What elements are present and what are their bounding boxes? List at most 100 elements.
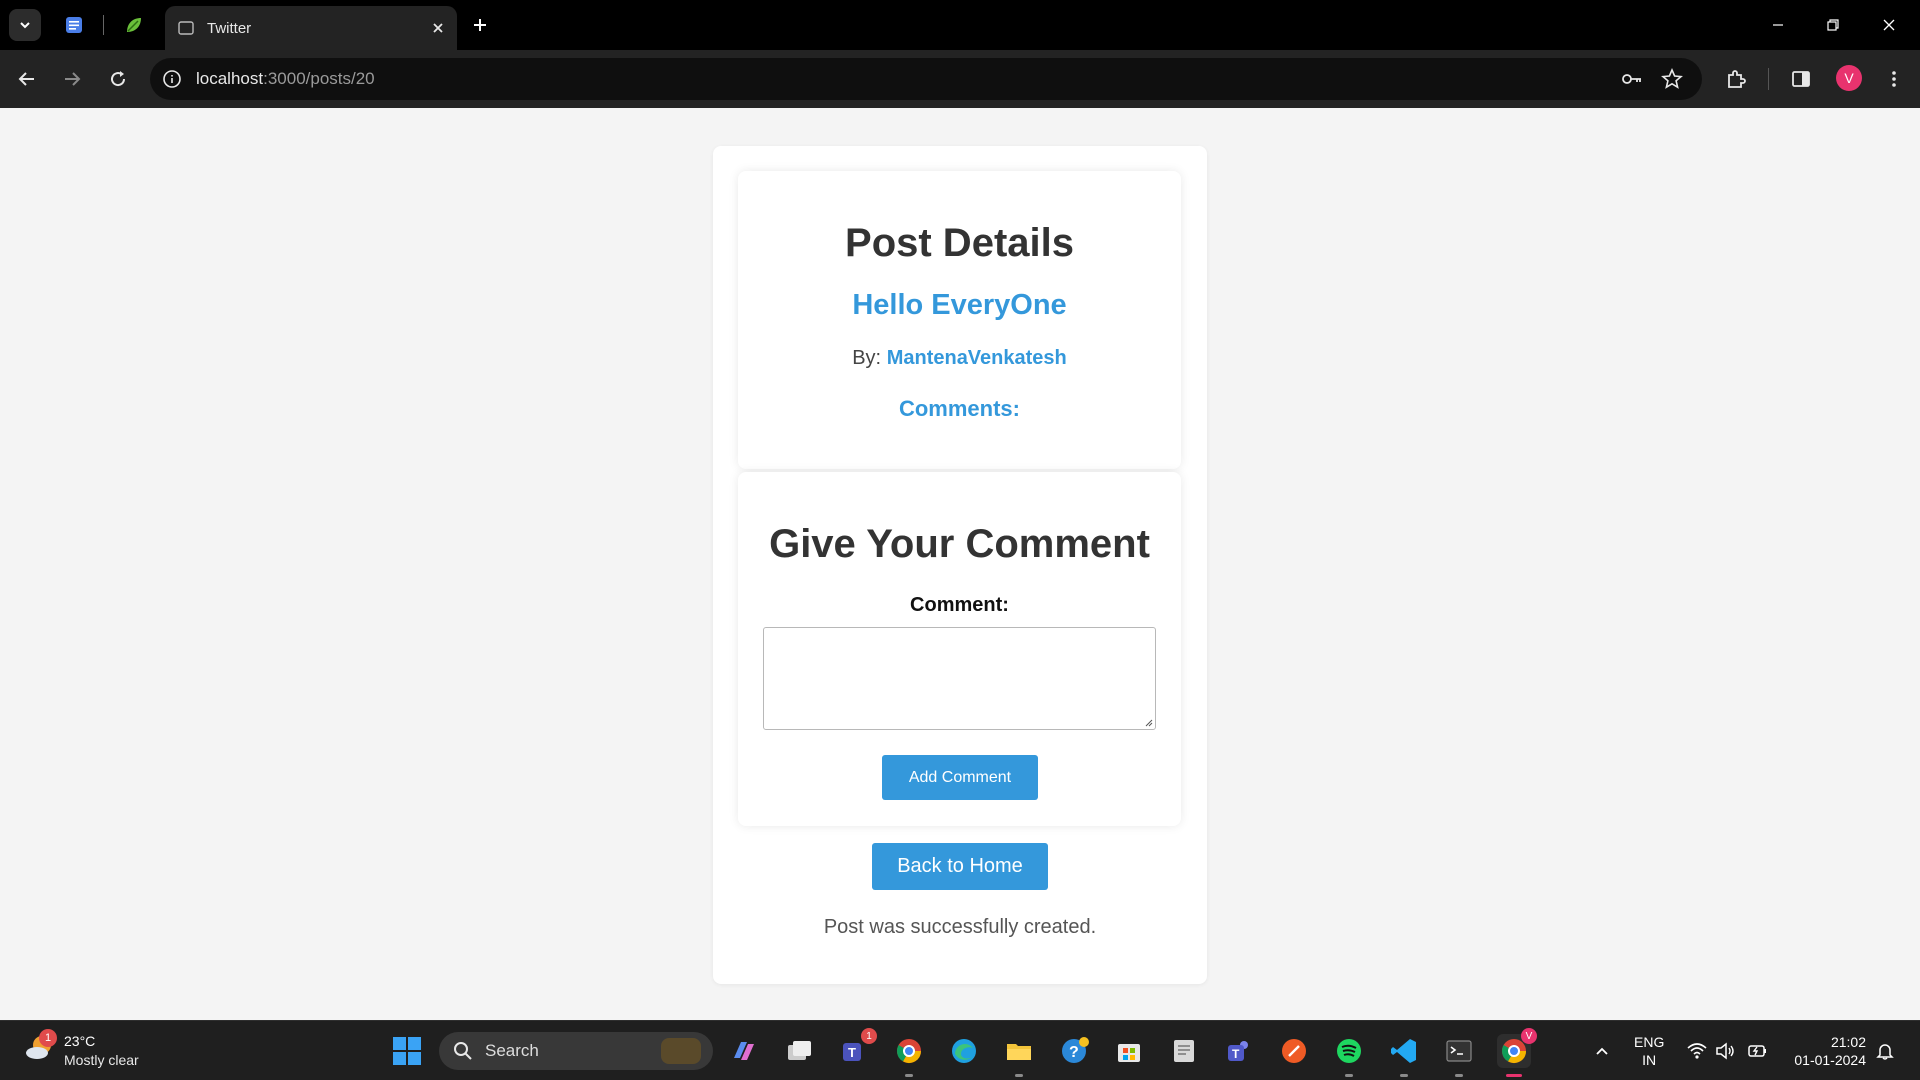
notifications-button[interactable] [1873, 1039, 1897, 1063]
taskbar-app-get-help[interactable]: ? [1057, 1034, 1091, 1068]
help-icon: ? [1062, 1037, 1089, 1063]
tab-twitter[interactable]: Twitter [165, 6, 457, 50]
post-subject: Hello EveryOne [852, 289, 1067, 321]
close-window-icon [1883, 19, 1895, 31]
edge-icon [952, 1039, 976, 1063]
add-comment-button[interactable]: Add Comment [882, 755, 1038, 800]
running-indicator [1400, 1074, 1408, 1077]
taskbar-app-teams-chat[interactable]: T [1222, 1034, 1256, 1068]
minimize-button[interactable] [1765, 12, 1791, 38]
taskbar-search[interactable]: Search [439, 1032, 713, 1070]
svg-text:T: T [1232, 1047, 1240, 1061]
svg-text:?: ? [1069, 1044, 1079, 1061]
by-label: By: [852, 347, 882, 369]
taskbar-app-spotify[interactable] [1332, 1034, 1366, 1077]
windows-taskbar: 1 23°C Mostly clear Search T 1 ? T V ENG… [0, 1020, 1920, 1080]
speaker-icon [1716, 1042, 1734, 1060]
pinned-tab-docs[interactable] [62, 13, 86, 37]
weather-badge: 1 [39, 1029, 57, 1047]
show-hidden-icons-button[interactable] [1590, 1039, 1614, 1063]
address-bar[interactable]: localhost:3000/posts/20 [150, 58, 1702, 100]
menu-button[interactable] [1880, 65, 1908, 93]
comment-textarea[interactable] [763, 627, 1156, 730]
search-label: Search [485, 1041, 539, 1060]
close-icon[interactable] [431, 21, 445, 35]
comment-form-card: Give Your Comment Comment: Add Comment [738, 472, 1181, 826]
plus-icon [474, 19, 486, 31]
puzzle-icon [1728, 70, 1746, 88]
taskbar-app-file-explorer[interactable] [1002, 1034, 1036, 1077]
spotify-icon [1337, 1039, 1361, 1063]
running-indicator [1015, 1074, 1023, 1077]
wifi-status[interactable] [1685, 1039, 1709, 1063]
weather-description: Mostly clear [64, 1052, 139, 1068]
restore-button[interactable] [1820, 12, 1846, 38]
tab-search-button[interactable] [9, 9, 41, 41]
chrome-profile-badge: V [1521, 1028, 1537, 1044]
main-container: Post Details Hello EveryOne By: MantenaV… [713, 146, 1207, 984]
password-key-button[interactable] [1620, 67, 1644, 91]
taskbar-app-edge[interactable] [947, 1034, 981, 1068]
windows-start-icon[interactable] [391, 1035, 423, 1067]
forward-button[interactable] [57, 64, 87, 94]
resize-grip-icon[interactable] [1145, 719, 1153, 727]
comment-form-heading: Give Your Comment [769, 522, 1150, 566]
taskbar-app-vscode[interactable] [1387, 1034, 1421, 1077]
profile-avatar[interactable]: V [1836, 65, 1862, 91]
taskbar-app-chrome-active[interactable]: V [1497, 1028, 1537, 1077]
back-to-home-button[interactable]: Back to Home [872, 843, 1048, 890]
store-icon [1118, 1044, 1140, 1062]
url-host: localhost [196, 69, 264, 88]
reload-icon [111, 71, 126, 87]
taskbar-app-task-view[interactable] [782, 1034, 816, 1068]
notes-icon [1174, 1040, 1194, 1062]
taskbar-app-copilot[interactable] [727, 1034, 761, 1068]
battery-status[interactable] [1745, 1039, 1769, 1063]
browser-tab-bar: Twitter [0, 0, 1920, 50]
taskbar-app-store[interactable] [1112, 1034, 1146, 1068]
volume-status[interactable] [1713, 1039, 1737, 1063]
taskbar-app-teams[interactable]: T 1 [837, 1028, 877, 1068]
system-clock[interactable]: 21:02 01-01-2024 [1786, 1033, 1866, 1069]
clock-date: 01-01-2024 [1794, 1052, 1866, 1068]
extensions-button[interactable] [1722, 65, 1750, 93]
side-panel-button[interactable] [1787, 65, 1815, 93]
minimize-icon [1773, 24, 1783, 26]
input-language[interactable]: ENG IN [1634, 1033, 1664, 1069]
vscode-icon [1391, 1039, 1416, 1063]
key-icon [1622, 74, 1641, 84]
back-button[interactable] [12, 64, 42, 94]
post-author-line: By: MantenaVenkatesh [738, 347, 1181, 370]
taskbar-app-chrome-profile[interactable] [892, 1034, 926, 1077]
language-code: ENG [1634, 1034, 1665, 1050]
weather-temperature: 23°C [64, 1033, 96, 1049]
language-region: IN [1642, 1052, 1657, 1068]
reload-button[interactable] [103, 64, 133, 94]
svg-text:T: T [848, 1045, 856, 1060]
tab-separator [103, 15, 104, 35]
teams-badge: 1 [861, 1028, 877, 1044]
star-icon [1661, 68, 1683, 89]
chrome-icon [897, 1039, 921, 1064]
chevron-down-icon [20, 22, 30, 29]
bookmark-button[interactable] [1660, 67, 1684, 91]
page-icon [178, 21, 194, 35]
side-panel-icon [1792, 71, 1810, 87]
close-window-button[interactable] [1876, 12, 1902, 38]
running-indicator [905, 1074, 913, 1077]
toolbar-separator [1768, 68, 1769, 90]
post-author: MantenaVenkatesh [886, 347, 1067, 369]
taskbar-app-notes[interactable] [1167, 1034, 1201, 1068]
pinned-tab-leaf[interactable] [122, 13, 146, 37]
running-indicator [1345, 1074, 1353, 1077]
search-highlight-icon [661, 1038, 701, 1064]
taskbar-app-terminal[interactable] [1442, 1034, 1476, 1077]
site-info-icon[interactable] [162, 69, 182, 89]
browser-toolbar: localhost:3000/posts/20 [0, 50, 1920, 108]
taskbar-app-postman[interactable] [1277, 1034, 1311, 1068]
arrow-right-icon [65, 72, 81, 86]
comments-heading: Comments: [898, 396, 1020, 421]
task-view-icon [788, 1041, 811, 1060]
new-tab-button[interactable] [468, 13, 492, 37]
restore-icon [1827, 19, 1839, 31]
